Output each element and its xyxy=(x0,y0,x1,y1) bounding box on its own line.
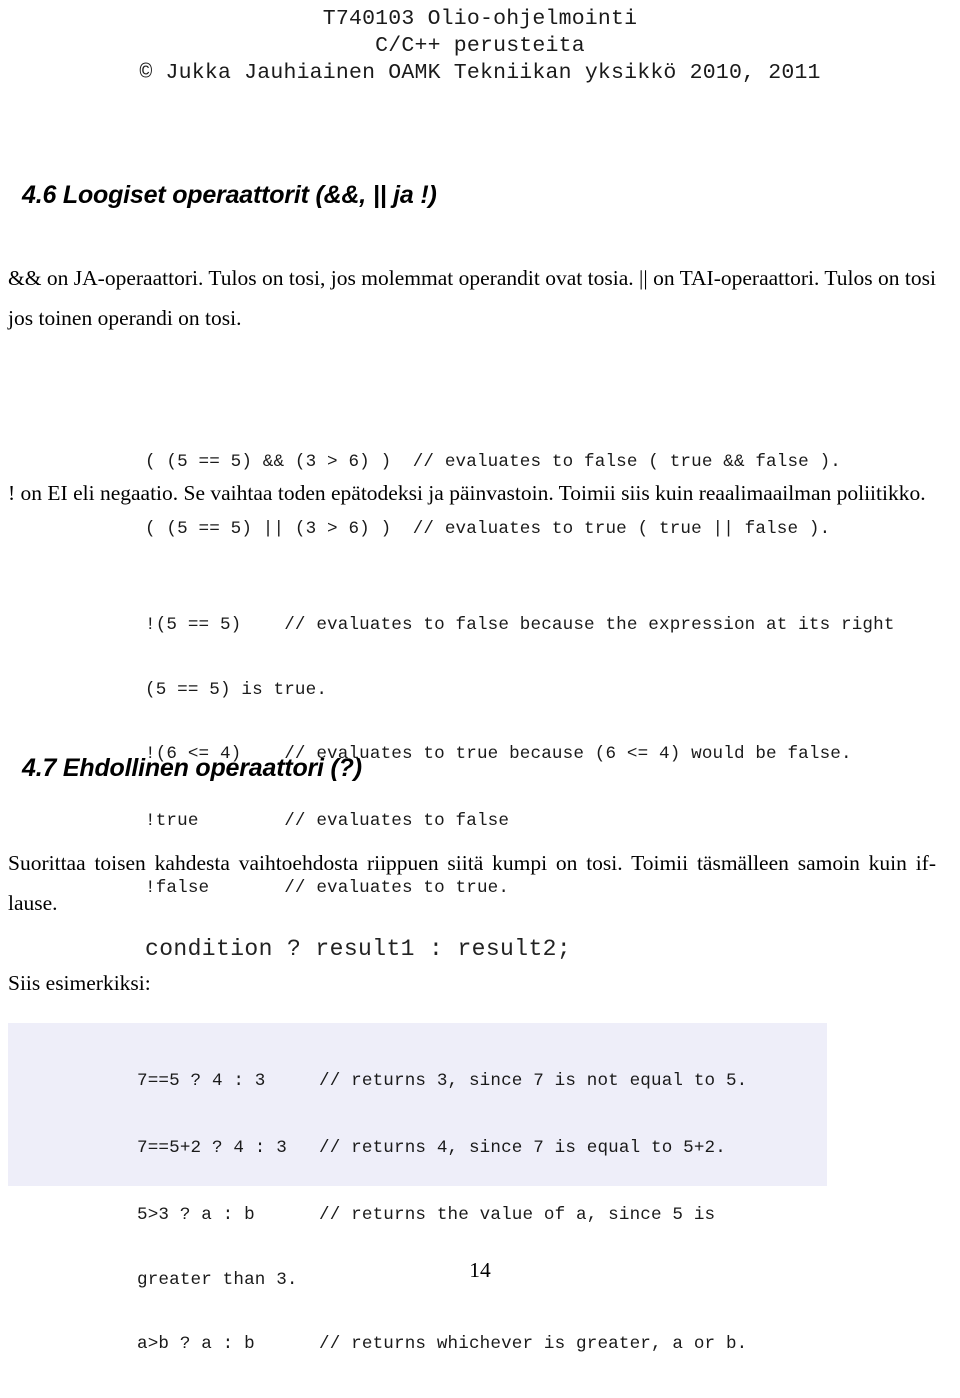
document-running-header: T740103 Olio-ohjelmointi C/C++ perusteit… xyxy=(0,6,960,87)
header-line-course: T740103 Olio-ohjelmointi xyxy=(322,7,638,31)
code-line: 7==5+2 ? 4 : 3 // returns 4, since 7 is … xyxy=(137,1138,726,1158)
header-line-copyright: © Jukka Jauhiainen OAMK Tekniikan yksikk… xyxy=(139,61,821,85)
code-block-ternary-examples: 7==5 ? 4 : 3 // returns 3, since 7 is no… xyxy=(137,1028,747,1398)
header-line-subtitle: C/C++ perusteita xyxy=(375,34,585,58)
document-page: T740103 Olio-ohjelmointi C/C++ perusteit… xyxy=(0,0,960,1354)
paragraph-logical-intro: && on JA-operaattori. Tulos on tosi, jos… xyxy=(8,266,936,330)
code-line: 7==5 ? 4 : 3 // returns 3, since 7 is no… xyxy=(137,1071,748,1091)
section-heading-4-6: 4.6 Loogiset operaattorit (&&, || ja !) xyxy=(22,181,437,209)
paragraph-negation: ! on EI eli negaatio. Se vaihtaa toden e… xyxy=(8,481,926,505)
code-line: !(5 == 5) // evaluates to false because … xyxy=(145,615,895,635)
paragraph-ternary-intro: Suorittaa toisen kahdesta vaihtoehdosta … xyxy=(8,851,936,915)
page-number: 14 xyxy=(469,1258,491,1282)
code-line: ( (5 == 5) || (3 > 6) ) // evaluates to … xyxy=(145,519,831,539)
code-line: a>b ? a : b // returns whichever is grea… xyxy=(137,1334,748,1354)
code-line: 5>3 ? a : b // returns the value of a, s… xyxy=(137,1205,716,1225)
section-heading-4-7: 4.7 Ehdollinen operaattori (?) xyxy=(22,754,362,782)
code-line: !true // evaluates to false xyxy=(145,811,510,831)
code-line: ( (5 == 5) && (3 > 6) ) // evaluates to … xyxy=(145,452,842,472)
code-line-continuation: (5 == 5) is true. xyxy=(145,680,328,700)
code-ternary-general-form: condition ? result1 : result2; xyxy=(145,936,572,962)
label-examples-intro: Siis esimerkiksi: xyxy=(8,971,151,995)
